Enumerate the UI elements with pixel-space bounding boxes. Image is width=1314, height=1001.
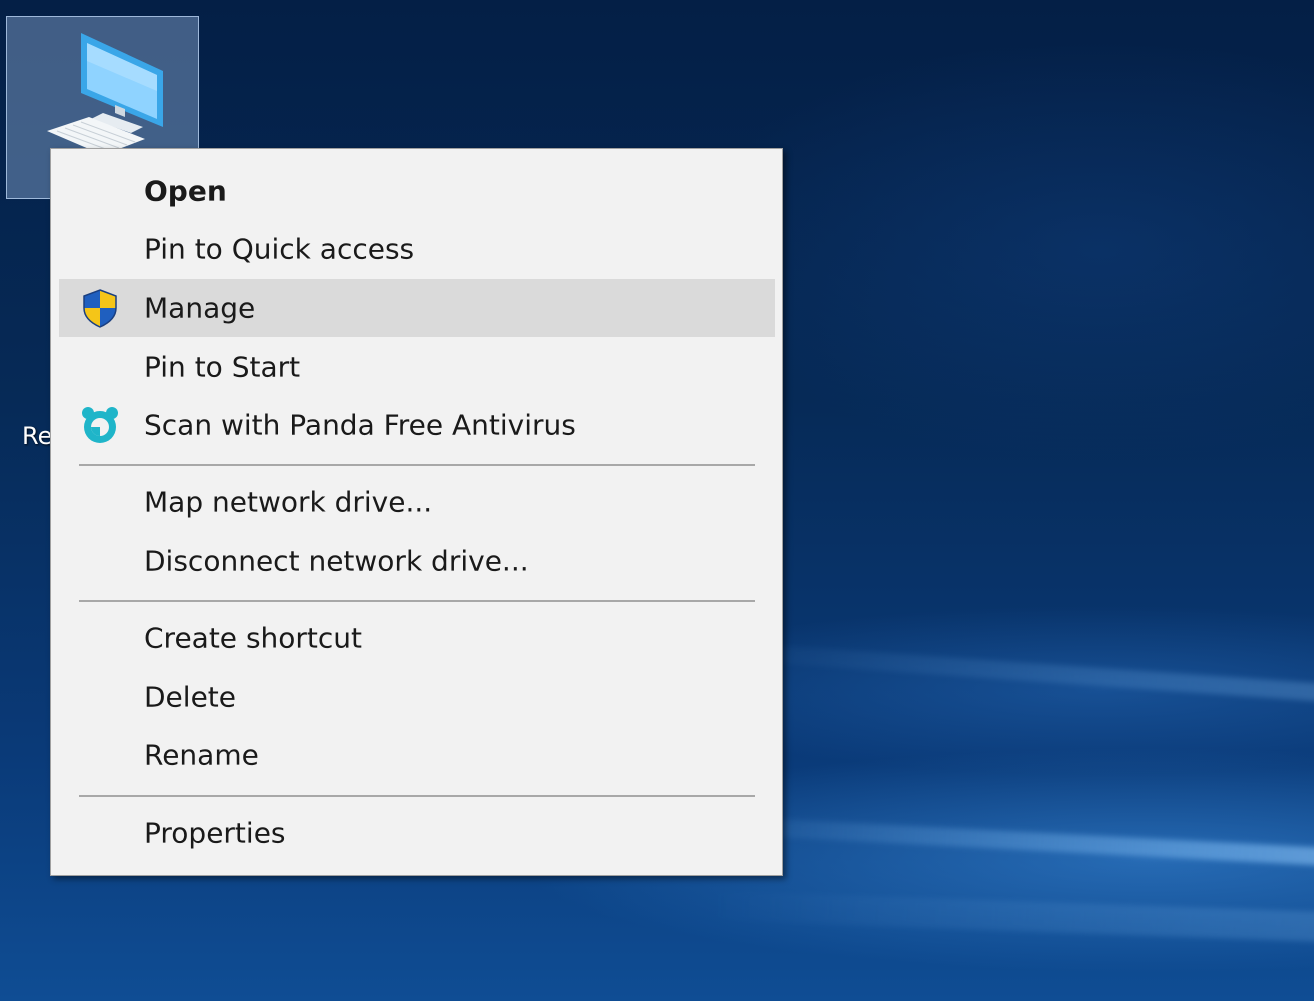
menu-item-label: Pin to Start: [144, 350, 301, 384]
menu-item-label: Pin to Quick access: [144, 232, 415, 266]
menu-item-label: Map network drive...: [144, 485, 433, 519]
menu-item-create-shortcut[interactable]: Create shortcut: [59, 609, 775, 667]
menu-item-manage[interactable]: Manage: [59, 279, 775, 337]
wallpaper-light-beam: [699, 815, 1314, 881]
menu-item-label: Create shortcut: [144, 621, 363, 655]
menu-item-scan-with-panda[interactable]: Scan with Panda Free Antivirus: [59, 396, 775, 454]
menu-item-pin-to-quick-access[interactable]: Pin to Quick access: [59, 220, 775, 278]
menu-item-label: Manage: [144, 291, 256, 325]
menu-item-rename[interactable]: Rename: [59, 726, 775, 784]
context-menu: Open Pin to Quick access Manage Pin to S…: [50, 148, 783, 876]
menu-separator: [79, 600, 755, 602]
wallpaper-light-beam: [699, 640, 1314, 721]
desktop-background[interactable]: Re Open Pin to Quick access Manage Pin t…: [0, 0, 1314, 1001]
menu-item-label: Disconnect network drive...: [144, 544, 529, 578]
menu-separator: [79, 464, 755, 466]
menu-item-label: Scan with Panda Free Antivirus: [144, 408, 576, 442]
menu-item-label: Rename: [144, 738, 259, 772]
panda-antivirus-icon: [79, 404, 121, 446]
menu-item-pin-to-start[interactable]: Pin to Start: [59, 338, 775, 396]
menu-item-properties[interactable]: Properties: [59, 804, 775, 862]
menu-item-label: Properties: [144, 816, 286, 850]
this-pc-icon: [47, 33, 163, 155]
menu-item-map-network-drive[interactable]: Map network drive...: [59, 473, 775, 531]
uac-shield-icon: [79, 287, 121, 329]
menu-item-disconnect-network-drive[interactable]: Disconnect network drive...: [59, 532, 775, 590]
menu-separator: [79, 795, 755, 797]
menu-item-label: Open: [144, 174, 227, 208]
menu-item-delete[interactable]: Delete: [59, 668, 775, 726]
desktop-icon-label: Re: [22, 422, 50, 450]
wallpaper-light-beam: [699, 890, 1314, 952]
menu-item-open[interactable]: Open: [59, 162, 775, 220]
menu-item-label: Delete: [144, 680, 236, 714]
